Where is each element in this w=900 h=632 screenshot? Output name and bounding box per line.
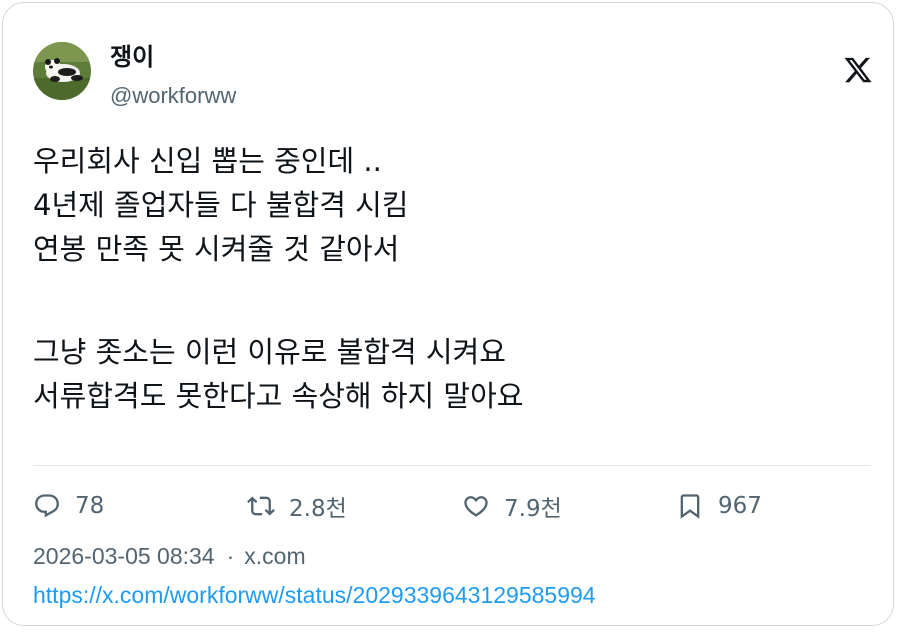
reply-button[interactable]: 78: [33, 486, 104, 526]
bookmark-count: 967: [718, 493, 762, 519]
like-button[interactable]: 7.9천: [462, 486, 562, 526]
like-count: 7.9천: [504, 496, 562, 522]
tweet-text: 우리회사 신입 뽑는 중인데 .. 4년제 졸업자들 다 불합격 시킴 연봉 만…: [33, 139, 863, 418]
panda-avatar-icon: [33, 42, 91, 100]
reply-count: 78: [75, 493, 105, 519]
tweet-line: 서류합격도 못한다고 속상해 하지 말아요: [33, 379, 524, 413]
status-url-link[interactable]: https://x.com/workforww/status/202933964…: [33, 580, 596, 610]
timestamp[interactable]: 2026-03-05 08:34: [33, 543, 215, 569]
retweet-icon: [247, 496, 275, 516]
retweet-button[interactable]: 2.8천: [247, 486, 347, 526]
avatar[interactable]: [33, 42, 91, 100]
display-name[interactable]: 쟁이: [110, 41, 154, 73]
tweet-line: 그냥 좃소는 이런 이유로 불합격 시켜요: [33, 335, 506, 369]
source-link[interactable]: x.com: [244, 543, 305, 569]
x-logo-icon[interactable]: [843, 55, 873, 85]
reply-icon: [35, 494, 59, 518]
divider: [33, 465, 871, 466]
tweet-line: 4년제 졸업자들 다 불합격 시킴: [33, 188, 409, 222]
tweet-line: 연봉 만족 못 시켜줄 것 같아서: [33, 232, 400, 266]
bookmark-button[interactable]: 967: [676, 486, 762, 526]
tweet-card: 쟁이 @workforww 우리회사 신입 뽑는 중인데 .. 4년제 졸업자들…: [2, 2, 894, 626]
heart-icon: [464, 496, 488, 517]
meta-separator: ·: [226, 543, 235, 569]
retweet-count: 2.8천: [289, 496, 347, 522]
tweet-line: 우리회사 신입 뽑는 중인데 ..: [33, 144, 382, 178]
user-handle[interactable]: @workforww: [110, 81, 236, 111]
tweet-meta: 2026-03-05 08:34 · x.com: [33, 541, 306, 571]
bookmark-icon: [680, 494, 700, 519]
